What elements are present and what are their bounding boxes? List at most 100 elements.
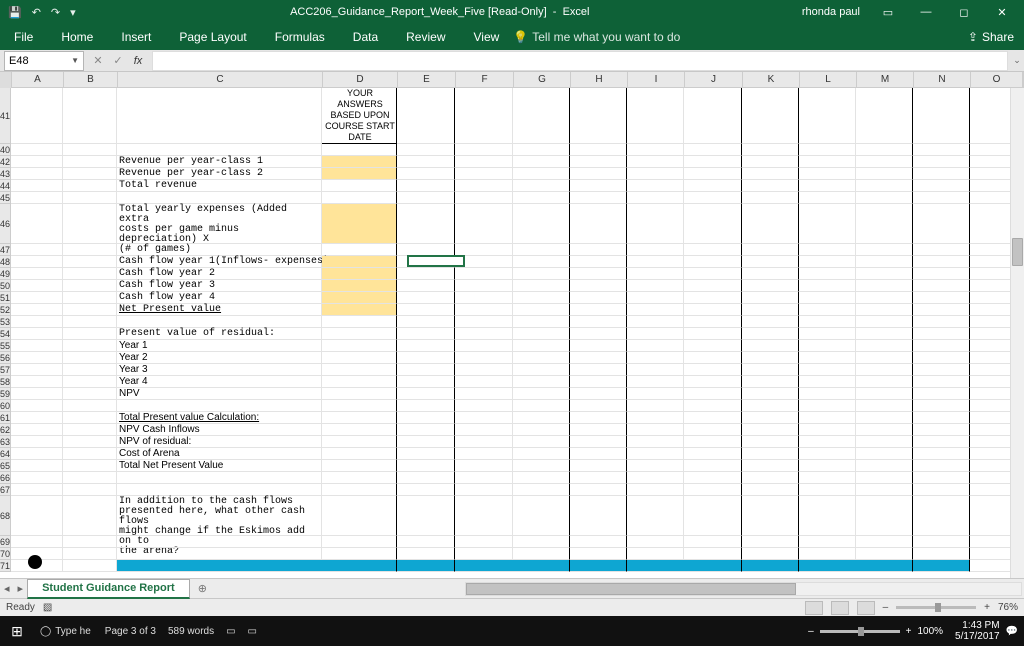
cell[interactable] bbox=[856, 88, 913, 144]
cell[interactable] bbox=[856, 560, 913, 572]
cell[interactable] bbox=[397, 412, 455, 424]
cell[interactable] bbox=[913, 388, 970, 400]
cell[interactable] bbox=[684, 168, 742, 180]
cell[interactable] bbox=[397, 244, 455, 256]
cell[interactable] bbox=[513, 412, 570, 424]
cell[interactable] bbox=[856, 192, 913, 204]
cell[interactable]: Year 4 bbox=[117, 376, 322, 388]
cell[interactable] bbox=[513, 424, 570, 436]
cell[interactable]: Present value of residual: bbox=[117, 328, 322, 340]
cell[interactable] bbox=[397, 340, 455, 352]
cell[interactable] bbox=[742, 88, 799, 144]
cell[interactable] bbox=[455, 244, 513, 256]
ribbon-tab-view[interactable]: View bbox=[460, 30, 514, 44]
cell[interactable] bbox=[627, 424, 684, 436]
cell[interactable] bbox=[11, 316, 63, 328]
cell[interactable] bbox=[322, 484, 397, 496]
row-header-52[interactable]: 52 bbox=[0, 304, 11, 316]
cell[interactable] bbox=[63, 388, 117, 400]
cell[interactable] bbox=[742, 448, 799, 460]
cell[interactable] bbox=[570, 376, 627, 388]
cell[interactable] bbox=[513, 472, 570, 484]
cell[interactable] bbox=[11, 204, 63, 244]
cell[interactable] bbox=[117, 548, 322, 560]
cell[interactable] bbox=[322, 536, 397, 548]
cell[interactable] bbox=[455, 436, 513, 448]
cell[interactable] bbox=[117, 536, 322, 548]
cell[interactable] bbox=[570, 256, 627, 268]
proofing-icon[interactable]: ▭ bbox=[226, 626, 235, 637]
row-header-60[interactable]: 60 bbox=[0, 400, 11, 412]
cell[interactable] bbox=[570, 400, 627, 412]
cell[interactable] bbox=[913, 304, 970, 316]
chevron-down-icon[interactable]: ▼ bbox=[71, 56, 79, 65]
cell[interactable] bbox=[627, 144, 684, 156]
cell[interactable] bbox=[322, 328, 397, 340]
cell[interactable] bbox=[513, 376, 570, 388]
cell[interactable] bbox=[117, 472, 322, 484]
layout-icon[interactable]: ▭ bbox=[248, 626, 257, 637]
cell[interactable] bbox=[799, 400, 856, 412]
cell[interactable] bbox=[742, 352, 799, 364]
cell[interactable] bbox=[684, 328, 742, 340]
cell[interactable] bbox=[11, 424, 63, 436]
cell[interactable] bbox=[627, 388, 684, 400]
cell[interactable] bbox=[11, 376, 63, 388]
ribbon-tab-file[interactable]: File bbox=[0, 30, 47, 44]
cell[interactable] bbox=[684, 460, 742, 472]
cell[interactable] bbox=[799, 268, 856, 280]
cell[interactable] bbox=[513, 328, 570, 340]
cell[interactable] bbox=[684, 256, 742, 268]
cell[interactable] bbox=[513, 244, 570, 256]
cell[interactable] bbox=[397, 256, 455, 268]
cell[interactable] bbox=[570, 412, 627, 424]
cell[interactable] bbox=[856, 340, 913, 352]
cell[interactable] bbox=[742, 460, 799, 472]
cell[interactable] bbox=[513, 484, 570, 496]
cell[interactable] bbox=[684, 496, 742, 536]
cell[interactable] bbox=[856, 268, 913, 280]
cell[interactable]: YOUR ANSWERS BASED UPON COURSE START DAT… bbox=[322, 88, 397, 144]
cell[interactable] bbox=[742, 180, 799, 192]
cell[interactable] bbox=[11, 496, 63, 536]
undo-icon[interactable]: ↶ bbox=[32, 6, 41, 19]
cell[interactable] bbox=[913, 180, 970, 192]
cell[interactable] bbox=[684, 424, 742, 436]
cell[interactable] bbox=[742, 400, 799, 412]
cell[interactable]: Cash flow year 3 bbox=[117, 280, 322, 292]
ribbon-tab-data[interactable]: Data bbox=[339, 30, 392, 44]
cell[interactable] bbox=[455, 412, 513, 424]
cell[interactable] bbox=[856, 256, 913, 268]
row-header-43[interactable]: 43 bbox=[0, 168, 11, 180]
cell[interactable] bbox=[455, 180, 513, 192]
cell[interactable] bbox=[684, 352, 742, 364]
cell[interactable] bbox=[742, 536, 799, 548]
cell[interactable] bbox=[11, 448, 63, 460]
cell[interactable] bbox=[455, 496, 513, 536]
cell[interactable] bbox=[455, 376, 513, 388]
cell[interactable] bbox=[913, 424, 970, 436]
cell[interactable] bbox=[627, 304, 684, 316]
cell[interactable]: Total yearly expenses (Added extra costs… bbox=[117, 204, 322, 244]
cell[interactable] bbox=[513, 364, 570, 376]
cell[interactable] bbox=[63, 424, 117, 436]
column-header-F[interactable]: F bbox=[456, 72, 514, 87]
cell[interactable] bbox=[913, 400, 970, 412]
cell[interactable] bbox=[742, 548, 799, 560]
accept-formula-icon[interactable]: ✓ bbox=[110, 54, 126, 67]
cell[interactable]: NPV of residual: bbox=[117, 436, 322, 448]
cell[interactable] bbox=[799, 472, 856, 484]
cell[interactable] bbox=[627, 328, 684, 340]
tab-nav-prev[interactable]: ◂ bbox=[0, 582, 14, 595]
cell[interactable] bbox=[397, 376, 455, 388]
cell[interactable] bbox=[742, 424, 799, 436]
cell[interactable]: Year 1 bbox=[117, 340, 322, 352]
cell[interactable] bbox=[322, 304, 397, 316]
cell[interactable] bbox=[627, 292, 684, 304]
cell[interactable] bbox=[455, 316, 513, 328]
cell[interactable] bbox=[856, 292, 913, 304]
row-header-40[interactable]: 40 bbox=[0, 144, 11, 156]
cell[interactable] bbox=[397, 304, 455, 316]
cell[interactable] bbox=[570, 560, 627, 572]
cell[interactable] bbox=[570, 364, 627, 376]
